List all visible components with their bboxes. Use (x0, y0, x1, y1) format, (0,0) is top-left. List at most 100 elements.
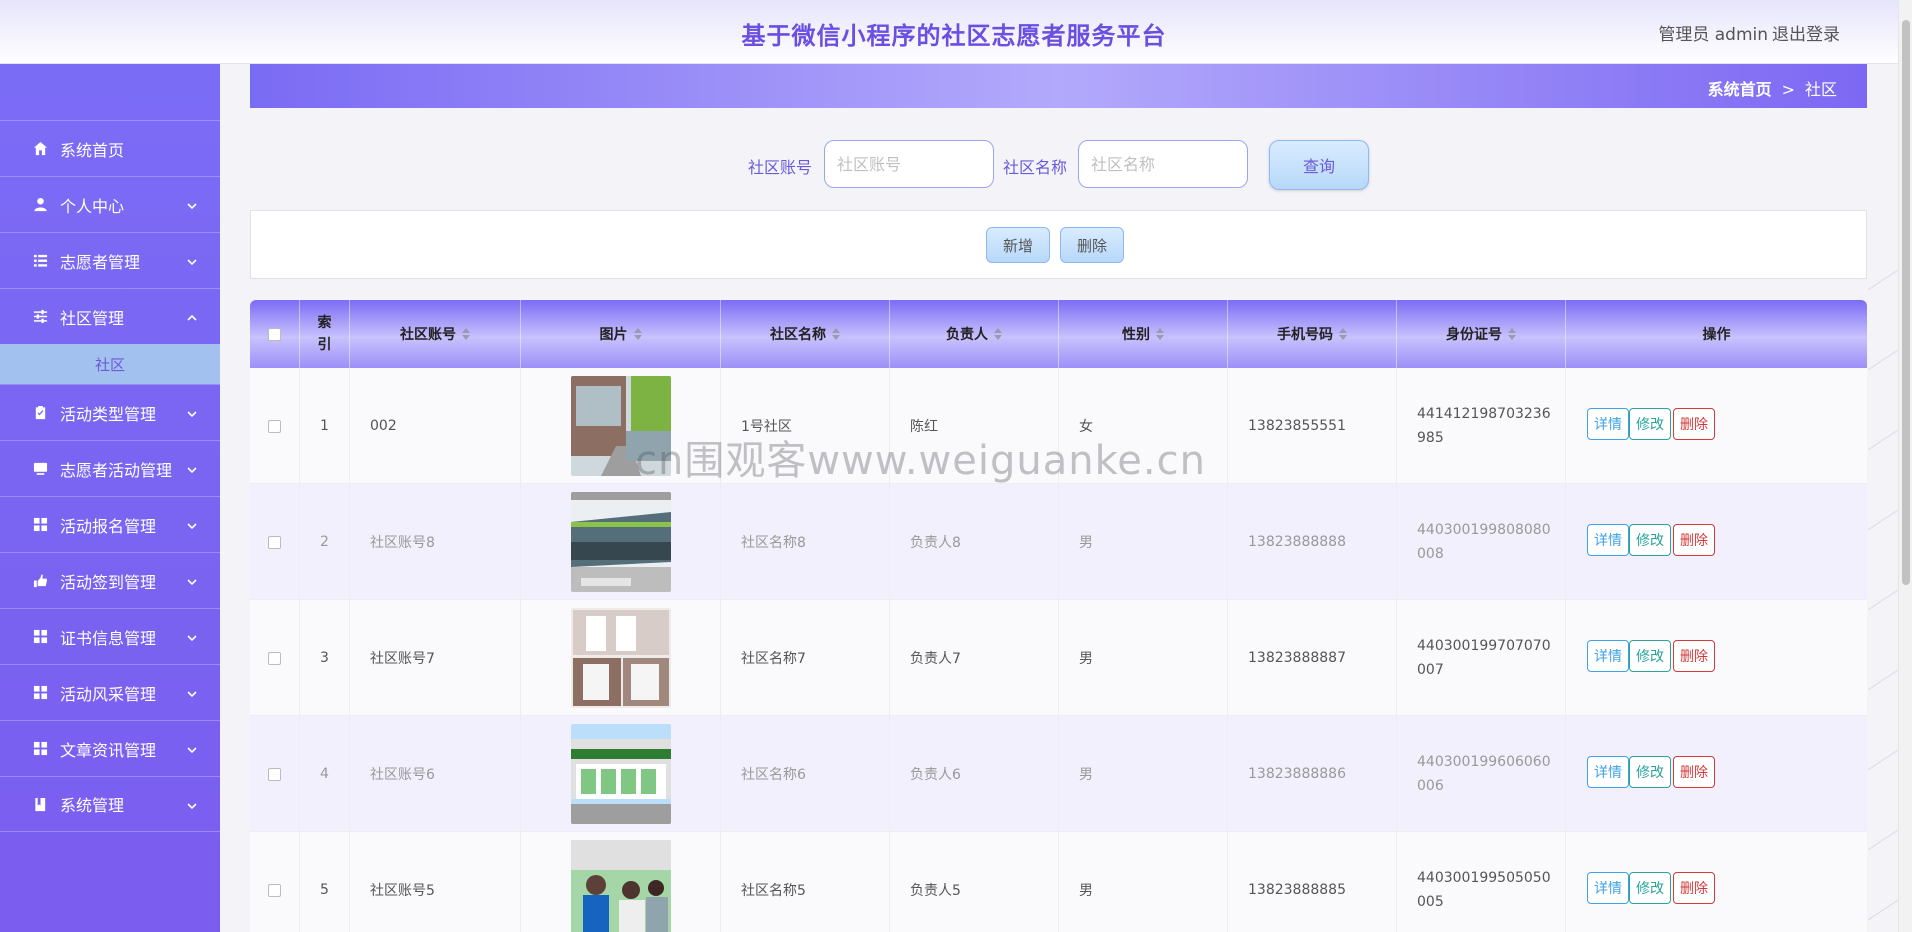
row-idcard: 440300199505050 005 (1417, 870, 1551, 910)
edit-button[interactable]: 修改 (1629, 524, 1671, 556)
logout-link[interactable]: 退出登录 (1772, 20, 1840, 45)
header-image[interactable]: 图片 (521, 300, 721, 368)
breadcrumb: 系统首页 > 社区 (1708, 76, 1837, 100)
delete-button[interactable]: 删除 (1673, 524, 1715, 556)
sidebar-item-label: 个人中心 (60, 196, 125, 216)
row-index: 1 (320, 418, 329, 434)
name-cell: 社区名称6 (721, 716, 890, 832)
sidebar-item[interactable]: 系统首页 (0, 120, 220, 176)
breadcrumb-home[interactable]: 系统首页 (1708, 80, 1772, 99)
header-phone[interactable]: 手机号码 (1228, 300, 1397, 368)
index-cell: 3 (300, 600, 350, 716)
row-select-cell[interactable] (250, 600, 300, 716)
community-image[interactable] (570, 492, 671, 592)
row-checkbox[interactable] (268, 883, 281, 897)
detail-button[interactable]: 详情 (1587, 640, 1629, 672)
edit-button[interactable]: 修改 (1629, 872, 1671, 904)
leader-cell: 负责人6 (890, 716, 1059, 832)
page-scrollbar[interactable] (1898, 0, 1912, 932)
grid-icon (32, 741, 48, 757)
sidebar-item[interactable]: 活动签到管理 (0, 552, 220, 608)
sidebar-item[interactable]: 志愿者管理 (0, 232, 220, 288)
sidebar-item[interactable]: 系统管理 (0, 776, 220, 832)
header-name[interactable]: 社区名称 (721, 300, 890, 368)
hand-icon (32, 573, 48, 589)
sidebar-item[interactable]: 证书信息管理 (0, 608, 220, 664)
chevron-down-icon (186, 741, 198, 754)
row-checkbox[interactable] (268, 419, 281, 433)
detail-button[interactable]: 详情 (1587, 524, 1629, 556)
sidebar-item[interactable]: 活动类型管理 (0, 384, 220, 440)
sidebar-item[interactable]: 社区管理 (0, 288, 220, 344)
chevron-down-icon (186, 197, 198, 210)
sort-icon[interactable] (1508, 328, 1516, 340)
edit-button[interactable]: 修改 (1629, 640, 1671, 672)
select-all-checkbox[interactable] (268, 327, 281, 341)
row-idcard: 441412198703236 985 (1417, 406, 1551, 446)
sort-icon[interactable] (1339, 328, 1347, 340)
chevron-down-icon (186, 405, 198, 418)
delete-button[interactable]: 删除 (1673, 640, 1715, 672)
sidebar-item[interactable]: 活动报名管理 (0, 496, 220, 552)
row-phone: 13823888888 (1248, 534, 1346, 550)
sort-icon[interactable] (633, 328, 642, 340)
action-bar: 新增 删除 (250, 210, 1867, 279)
sidebar-item[interactable]: 志愿者活动管理 (0, 440, 220, 496)
row-phone: 13823855551 (1248, 418, 1346, 434)
community-image[interactable] (570, 840, 671, 932)
row-phone: 13823888886 (1248, 766, 1346, 782)
row-index: 4 (320, 766, 329, 782)
edit-button[interactable]: 修改 (1629, 756, 1671, 788)
row-name: 社区名称5 (741, 883, 806, 899)
community-table: 索引 社区账号 图片 社区名称 负责人 性别 手机号码 身份证号 操作 1 002… (250, 300, 1867, 932)
community-image[interactable] (570, 724, 671, 824)
header-idcard[interactable]: 身份证号 (1397, 300, 1566, 368)
batch-delete-button[interactable]: 删除 (1060, 227, 1124, 263)
sort-icon[interactable] (832, 328, 840, 340)
list-icon (32, 253, 48, 269)
sidebar-item[interactable]: 个人中心 (0, 176, 220, 232)
table-row: 5 社区账号5 社区名称5 负责人5 男 13823888885 4403001995050… (250, 832, 1867, 932)
row-select-cell[interactable] (250, 368, 300, 484)
row-index: 2 (320, 534, 329, 550)
add-button[interactable]: 新增 (986, 227, 1050, 263)
query-button[interactable]: 查询 (1269, 140, 1369, 190)
row-checkbox[interactable] (268, 535, 281, 549)
sort-icon[interactable] (462, 328, 470, 340)
ops-cell: 详情 修改 删除 (1566, 832, 1867, 932)
select-all-cell[interactable] (250, 300, 300, 368)
chevron-down-icon (186, 253, 198, 266)
row-select-cell[interactable] (250, 832, 300, 932)
row-name: 社区名称7 (741, 651, 806, 667)
delete-button[interactable]: 删除 (1673, 408, 1715, 440)
scrollbar-thumb[interactable] (1902, 20, 1910, 585)
account-search-input[interactable] (824, 140, 994, 188)
row-checkbox[interactable] (268, 767, 281, 781)
account-cell: 社区账号8 (350, 484, 521, 600)
sidebar-item[interactable]: 文章资讯管理 (0, 720, 220, 776)
sidebar-item[interactable]: 活动风采管理 (0, 664, 220, 720)
delete-button[interactable]: 删除 (1673, 756, 1715, 788)
header-leader[interactable]: 负责人 (890, 300, 1059, 368)
row-account: 社区账号5 (370, 883, 435, 899)
row-checkbox[interactable] (268, 651, 281, 665)
header-gender[interactable]: 性别 (1059, 300, 1228, 368)
community-image[interactable] (570, 608, 671, 708)
row-select-cell[interactable] (250, 484, 300, 600)
detail-button[interactable]: 详情 (1587, 756, 1629, 788)
row-select-cell[interactable] (250, 716, 300, 832)
detail-button[interactable]: 详情 (1587, 872, 1629, 904)
delete-button[interactable]: 删除 (1673, 872, 1715, 904)
detail-button[interactable]: 详情 (1587, 408, 1629, 440)
submenu-item-community[interactable]: 社区 (0, 344, 220, 384)
header-account[interactable]: 社区账号 (350, 300, 521, 368)
row-leader: 负责人7 (910, 651, 961, 667)
name-search-input[interactable] (1078, 140, 1248, 188)
edit-button[interactable]: 修改 (1629, 408, 1671, 440)
sort-icon[interactable] (994, 328, 1002, 340)
current-user: 管理员 admin (1658, 25, 1768, 45)
chevron-down-icon (186, 629, 198, 642)
idcard-cell: 440300199505050 005 (1397, 832, 1566, 932)
sort-icon[interactable] (1156, 328, 1164, 340)
header-ops: 操作 (1702, 327, 1731, 343)
